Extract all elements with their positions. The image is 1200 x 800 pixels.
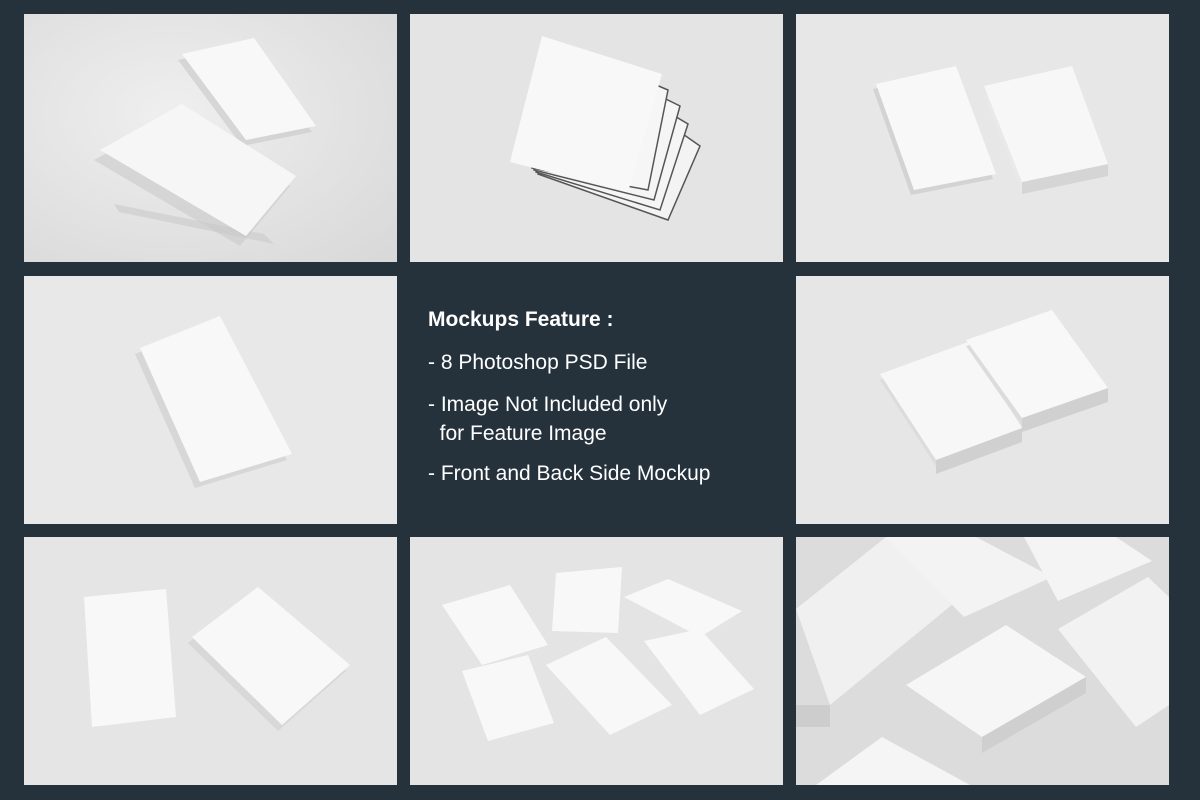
feature-item-continuation: for Feature Image xyxy=(428,422,607,445)
mockup-tile-single-card xyxy=(24,276,397,524)
mockup-tile-card-stacks-closeup xyxy=(796,537,1169,785)
mockup-tile-scattered-cards xyxy=(410,537,783,785)
mockup-tile-two-cards-flat xyxy=(24,537,397,785)
feature-item: - Image Not Included only xyxy=(428,393,668,416)
feature-list-title: Mockups Feature : xyxy=(428,308,614,331)
feature-list-panel: Mockups Feature : - 8 Photoshop PSD File… xyxy=(410,276,783,524)
feature-item: - Front and Back Side Mockup xyxy=(428,462,711,485)
mockup-tile-fanned-card-stack xyxy=(410,14,783,262)
feature-item: - 8 Photoshop PSD File xyxy=(428,351,648,374)
mockup-tile-two-card-stacks xyxy=(796,276,1169,524)
mockup-tile-card-and-card-stack xyxy=(796,14,1169,262)
mockup-tile-two-cards-tilted xyxy=(24,14,397,262)
